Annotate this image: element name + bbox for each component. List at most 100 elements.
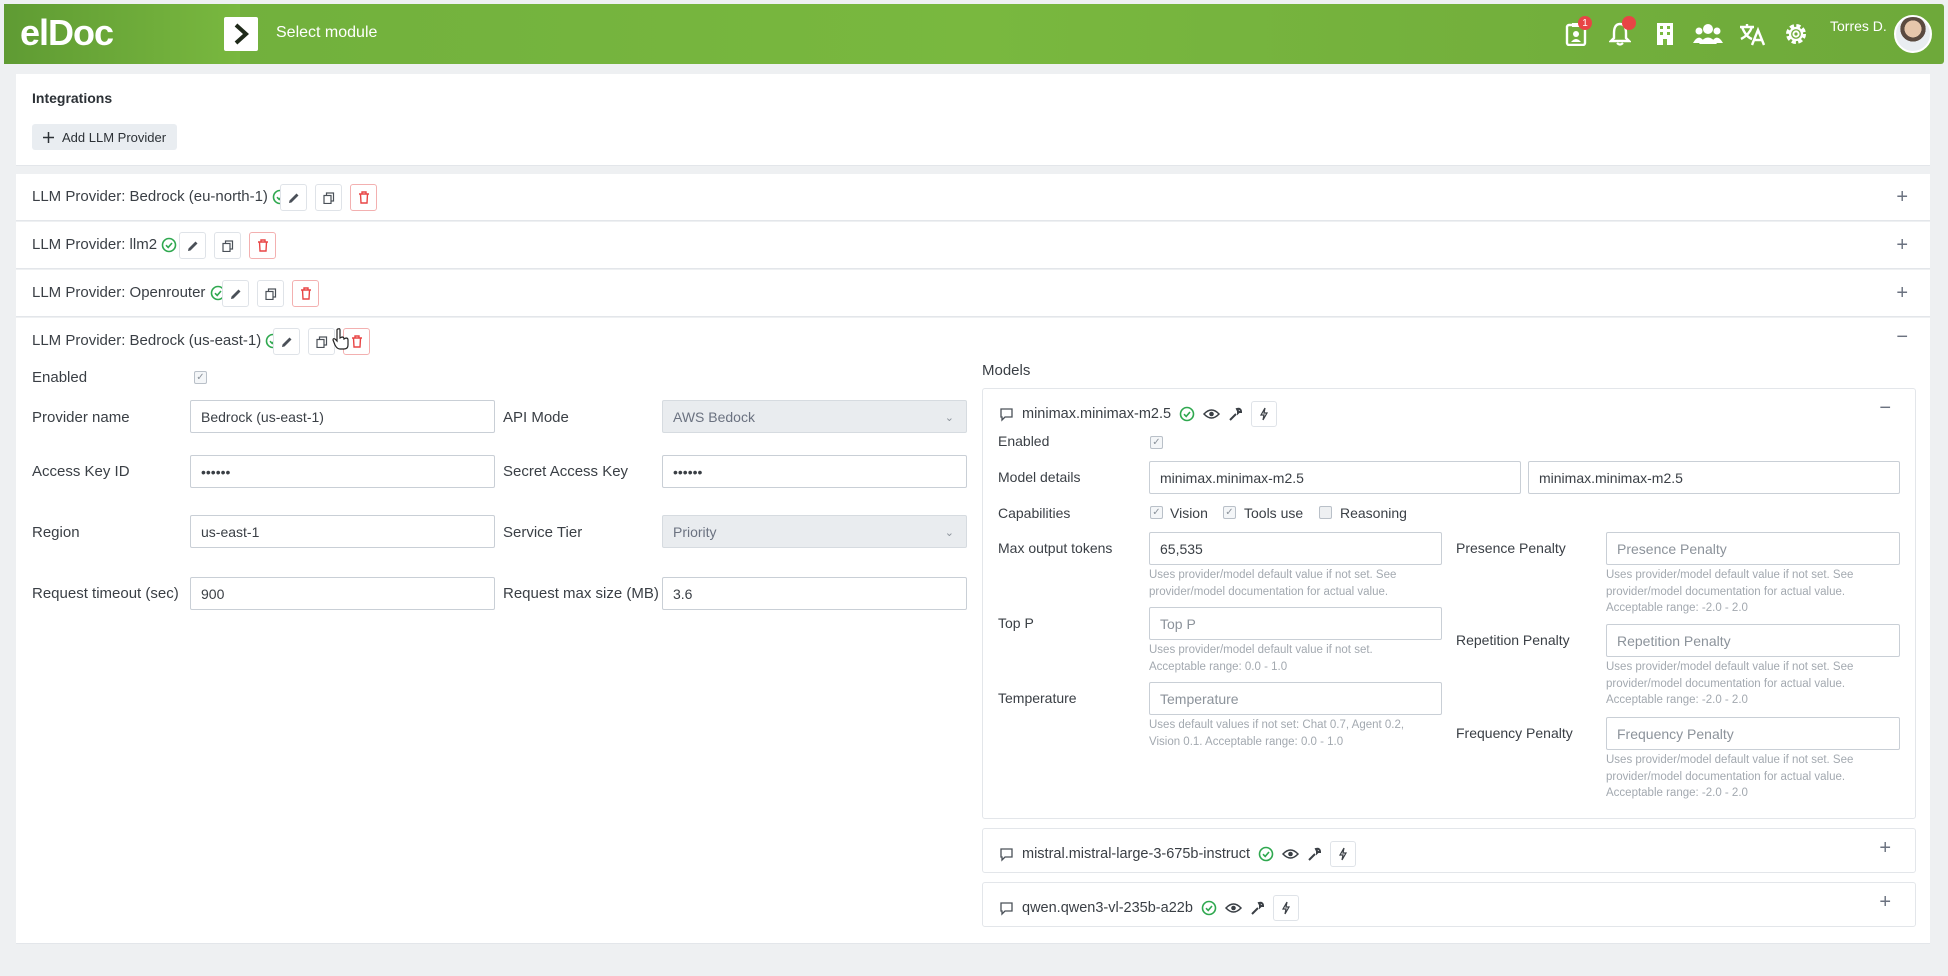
model-display-name-field[interactable]: minimax.minimax-m2.5 [1528, 461, 1900, 494]
timeout-field[interactable]: 900 [190, 577, 495, 610]
max-tokens-field[interactable]: 65,535 [1149, 532, 1442, 565]
provider-title[interactable]: LLM Provider: Bedrock (us-east-1) [32, 332, 281, 349]
top-p-hint: Uses provider/model default value if not… [1149, 642, 1373, 675]
copy-button[interactable] [308, 328, 335, 355]
tasks-icon[interactable]: 1 [1560, 16, 1592, 50]
max-size-label: Request max size (MB) [503, 585, 659, 602]
module-menu-button[interactable] [224, 17, 258, 51]
chat-icon [1000, 901, 1013, 916]
test-button[interactable] [1272, 895, 1299, 921]
copy-icon [264, 287, 276, 300]
copy-button[interactable] [315, 184, 342, 211]
bolt-icon [1281, 901, 1290, 915]
select-module-label[interactable]: Select module [276, 24, 377, 42]
provider-title: LLM Provider: Openrouter [32, 284, 226, 301]
edit-button[interactable] [280, 184, 307, 211]
model-header[interactable]: qwen.qwen3-vl-235b-a22b [999, 895, 1299, 921]
model-name: qwen.qwen3-vl-235b-a22b [1022, 900, 1193, 916]
provider-row[interactable]: LLM Provider: Bedrock (eu-north-1) + [16, 174, 1930, 221]
settings-gear-icon[interactable] [1780, 18, 1812, 50]
access-key-field[interactable]: •••••• [190, 455, 495, 488]
chat-icon [1000, 847, 1013, 862]
model-header[interactable]: mistral.mistral-large-3-675b-instruct [999, 841, 1357, 867]
chevron-down-icon: ⌄ [944, 412, 954, 424]
app-logo[interactable]: elDoc [20, 12, 114, 54]
model-name: minimax.minimax-m2.5 [1022, 406, 1172, 422]
model-enabled-checkbox[interactable]: ✓ [1150, 436, 1163, 449]
provider-title: LLM Provider: llm2 [32, 236, 177, 253]
tools-use-checkbox[interactable]: ✓ [1223, 506, 1236, 519]
edit-button[interactable] [222, 280, 249, 307]
region-field[interactable]: us-east-1 [190, 515, 495, 548]
repetition-penalty-field[interactable]: Repetition Penalty [1606, 624, 1900, 657]
tools-use-label: Tools use [1244, 505, 1304, 521]
hint-line: provider/model documentation for actual … [1149, 585, 1389, 598]
delete-button[interactable] [350, 184, 377, 211]
status-ok-icon [1179, 406, 1195, 422]
expand-icon[interactable]: + [1896, 186, 1908, 209]
enabled-checkbox[interactable]: ✓ [194, 371, 207, 384]
provider-title: LLM Provider: Bedrock (eu-north-1) [32, 188, 288, 205]
test-button[interactable] [1251, 401, 1278, 427]
model-enabled-label: Enabled [998, 433, 1050, 449]
edit-button[interactable] [273, 328, 300, 355]
integrations-title: Integrations [32, 90, 113, 106]
hint-line: Acceptable range: -2.0 - 2.0 [1606, 787, 1748, 799]
eye-icon [1203, 409, 1221, 419]
model-card[interactable]: mistral.mistral-large-3-675b-instruct + [982, 828, 1916, 873]
add-llm-provider-button[interactable]: Add LLM Provider [32, 124, 178, 150]
delete-button[interactable] [292, 280, 319, 307]
max-size-field[interactable]: 3.6 [662, 577, 967, 610]
region-label: Region [32, 524, 80, 541]
frequency-penalty-field[interactable]: Frequency Penalty [1606, 717, 1900, 750]
copy-button[interactable] [257, 280, 284, 307]
expand-icon[interactable]: + [1879, 891, 1891, 914]
building-icon[interactable] [1649, 18, 1681, 50]
chevron-down-icon: ⌄ [944, 527, 954, 539]
bell-badge [1622, 16, 1636, 30]
delete-button[interactable] [249, 232, 276, 259]
wrench-icon [1251, 901, 1264, 915]
capabilities-label: Capabilities [998, 505, 1071, 521]
hand-cursor-icon [332, 328, 349, 350]
top-p-field[interactable]: Top P [1149, 607, 1442, 640]
pencil-icon [281, 337, 291, 347]
temperature-hint: Uses default values if not set: Chat 0.7… [1149, 717, 1404, 750]
user-avatar[interactable] [1894, 15, 1932, 53]
provider-row[interactable]: LLM Provider: Openrouter + [16, 270, 1930, 317]
api-mode-select[interactable]: AWS Bedock ⌄ [662, 400, 967, 433]
model-id-field[interactable]: minimax.minimax-m2.5 [1149, 461, 1521, 494]
collapse-icon[interactable]: − [1879, 397, 1891, 420]
expand-icon[interactable]: + [1896, 282, 1908, 305]
hint-line: provider/model documentation for actual … [1606, 677, 1846, 690]
hint-line: provider/model documentation for actual … [1606, 585, 1846, 598]
presence-penalty-field[interactable]: Presence Penalty [1606, 532, 1900, 565]
timeout-label: Request timeout (sec) [32, 585, 179, 602]
copy-button[interactable] [214, 232, 241, 259]
expand-icon[interactable]: + [1896, 234, 1908, 257]
wrench-icon [1308, 847, 1322, 861]
max-tokens-hint: Uses provider/model default value if not… [1149, 567, 1396, 600]
reasoning-checkbox[interactable] [1319, 506, 1332, 519]
provider-row[interactable]: LLM Provider: llm2 + [16, 222, 1930, 269]
temperature-label: Temperature [998, 690, 1077, 706]
translate-icon[interactable] [1736, 18, 1768, 50]
test-button[interactable] [1330, 841, 1357, 867]
service-tier-select[interactable]: Priority ⌄ [662, 515, 967, 548]
hint-line: Acceptable range: 0.0 - 1.0 [1149, 660, 1288, 673]
vision-checkbox[interactable]: ✓ [1150, 506, 1163, 519]
edit-button[interactable] [179, 232, 206, 259]
expand-icon[interactable]: + [1879, 837, 1891, 860]
collapse-icon[interactable]: − [1896, 326, 1908, 349]
trash-icon [358, 191, 369, 204]
hint-line: provider/model documentation for actual … [1606, 770, 1846, 783]
users-icon[interactable] [1692, 18, 1724, 50]
provider-name-field[interactable]: Bedrock (us-east-1) [190, 400, 495, 433]
model-card[interactable]: qwen.qwen3-vl-235b-a22b + [982, 882, 1916, 927]
temperature-field[interactable]: Temperature [1149, 682, 1442, 715]
bell-icon[interactable] [1604, 16, 1636, 50]
reasoning-label: Reasoning [1340, 505, 1407, 521]
user-name[interactable]: Torres D. [1830, 18, 1887, 34]
model-header[interactable]: minimax.minimax-m2.5 [999, 401, 1278, 427]
secret-key-field[interactable]: •••••• [662, 455, 967, 488]
